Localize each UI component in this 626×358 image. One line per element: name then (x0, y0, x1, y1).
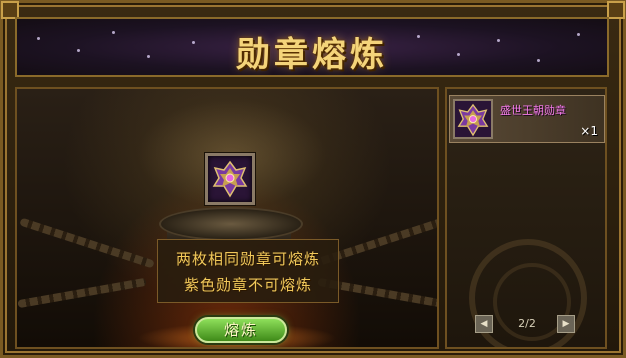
dialog-title: 勋章熔炼 (236, 35, 388, 75)
purple-medal-icon (212, 160, 248, 198)
prev-page-button[interactable]: ◀ (475, 315, 493, 333)
chain-decoration (19, 217, 155, 269)
chain-decoration (17, 277, 147, 309)
item-count: ×1 (580, 124, 598, 138)
triangle-right-icon: ▶ (562, 319, 570, 329)
page-indicator: 2/2 (518, 317, 536, 330)
smelt-button[interactable]: 熔炼 (195, 317, 287, 343)
rule-same-medals: 两枚相同勋章可熔炼 (175, 250, 320, 268)
triangle-left-icon: ◀ (480, 319, 488, 329)
medal-slot[interactable] (205, 153, 255, 205)
purple-medal-icon (457, 103, 489, 137)
next-page-button[interactable]: ▶ (557, 315, 575, 333)
item-icon-frame (453, 99, 493, 139)
rule-no-purple: 紫色勋章不可熔炼 (183, 276, 312, 294)
frame-corner-ornament (607, 1, 625, 19)
smelting-area: 两枚相同勋章可熔炼 紫色勋章不可熔炼 熔炼 (15, 87, 439, 349)
medal-inventory-panel: 盛世王朝勋章 ×1 ◀ 2/2 ▶ (445, 87, 607, 349)
smelting-rules-box: 两枚相同勋章可熔炼 紫色勋章不可熔炼 (157, 239, 339, 303)
pedestal-top (159, 207, 303, 241)
pagination: ◀ 2/2 ▶ (447, 315, 605, 335)
item-name: 盛世王朝勋章 (500, 104, 566, 117)
title-banner: 勋章熔炼 (15, 17, 609, 77)
inventory-item[interactable]: 盛世王朝勋章 ×1 (449, 95, 605, 143)
medal-smelting-dialog: 勋章熔炼 两枚相同勋章可熔炼 紫色勋章不可熔炼 熔炼 盛世王朝勋章 ×1 ◀ 2… (0, 0, 626, 358)
